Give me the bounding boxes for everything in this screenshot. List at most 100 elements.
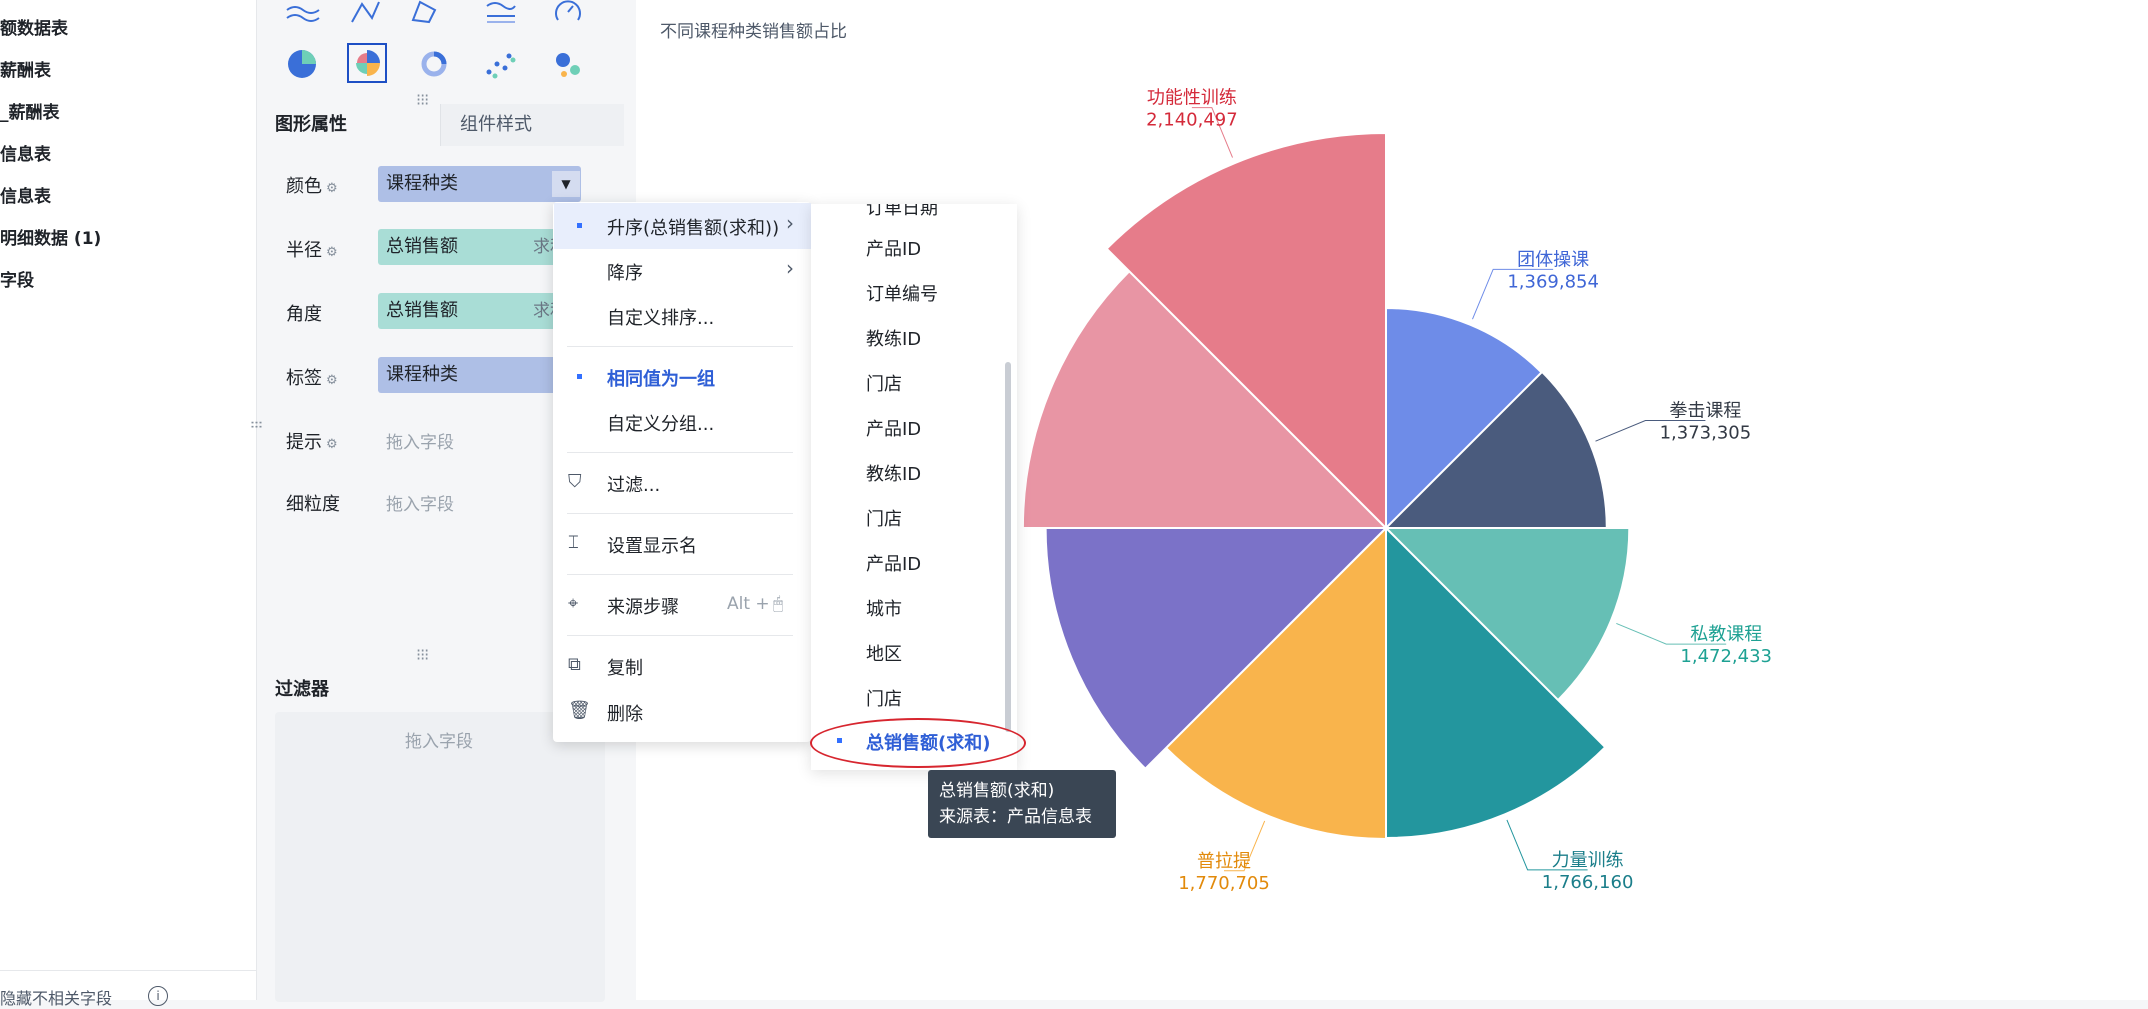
submenu-item[interactable]: 产品ID: [866, 415, 921, 441]
slice-category-label: 普拉提: [1197, 851, 1251, 872]
filter-icon: ⛉: [568, 471, 582, 492]
drag-handle-icon[interactable]: ⁝⁝: [247, 420, 266, 428]
slice-category-label: 力量训练: [1552, 850, 1624, 871]
sort-field-submenu: 订单日期 产品ID 订单编号 教练ID 门店 产品ID 教练ID 门店 产品ID…: [811, 204, 1017, 770]
dataset-item[interactable]: 信息表: [0, 140, 51, 165]
color-row-label: 颜色 ⚙: [286, 176, 338, 197]
chevron-right-icon: ›: [786, 211, 794, 235]
menu-custom-sort[interactable]: 自定义排序...: [607, 304, 714, 330]
info-icon[interactable]: i: [148, 986, 168, 1006]
slice-value-label: 2,140,497: [1146, 110, 1238, 131]
tooltip-field-name: 总销售额(求和): [939, 781, 1055, 801]
field-context-menu: [553, 202, 811, 742]
dataset-item[interactable]: 信息表: [0, 182, 51, 207]
filter-placeholder: 拖入字段: [405, 732, 473, 752]
gear-icon[interactable]: ⚙: [326, 181, 338, 196]
submenu-item[interactable]: 门店: [866, 370, 902, 396]
submenu-item[interactable]: 城市: [866, 595, 902, 621]
menu-sort-descending[interactable]: 降序: [607, 259, 643, 285]
drag-handle-icon[interactable]: ⁝⁝⁝: [416, 645, 429, 664]
menu-copy[interactable]: 复制: [607, 654, 643, 680]
menu-separator: [567, 452, 793, 453]
dataset-item[interactable]: _薪酬表: [0, 98, 60, 123]
submenu-item[interactable]: 门店: [866, 505, 902, 531]
menu-separator: [567, 346, 793, 347]
filter-title: 过滤器: [275, 679, 329, 700]
gear-icon[interactable]: ⚙: [326, 245, 338, 260]
line-chart-icon[interactable]: [351, 1, 380, 23]
dataset-item[interactable]: 薪酬表: [0, 56, 51, 81]
gear-icon[interactable]: ⚙: [326, 437, 338, 452]
tag-row-label: 标签 ⚙: [286, 368, 338, 389]
annotation-ellipse: [810, 718, 1026, 768]
copy-icon: ⧉: [568, 654, 581, 675]
chevron-right-icon: ›: [786, 256, 794, 280]
rename-icon: ⌶: [568, 532, 579, 553]
slice-value-label: 1,472,433: [1680, 646, 1772, 667]
slice-value-label: 1,770,705: [1178, 873, 1270, 894]
submenu-item[interactable]: 产品ID: [866, 235, 921, 261]
gauge-chart-icon[interactable]: [555, 0, 581, 21]
menu-filter[interactable]: 过滤...: [607, 471, 660, 497]
submenu-item[interactable]: 订单日期: [866, 204, 938, 220]
menu-group-same-values[interactable]: 相同值为一组: [607, 365, 715, 391]
drag-handle-icon[interactable]: ⁝⁝⁝: [416, 90, 429, 109]
menu-set-display-name[interactable]: 设置显示名: [607, 532, 697, 558]
slice-value-label: 1,369,854: [1507, 271, 1599, 292]
dataset-item[interactable]: 明细数据 (1): [0, 224, 101, 249]
tab-component-style[interactable]: 组件样式: [460, 110, 532, 136]
slice-value-label: 1,766,160: [1542, 872, 1634, 893]
slice-value-label: 1,373,305: [1660, 423, 1752, 444]
color-field-pill[interactable]: 课程种类: [378, 166, 581, 202]
trash-icon: 🗑: [568, 700, 591, 721]
granularity-row-label: 细粒度: [286, 494, 340, 515]
dataset-item[interactable]: 字段: [0, 266, 34, 291]
menu-separator: [567, 635, 793, 636]
chart-type-picker: [286, 0, 581, 83]
bubble-chart-icon[interactable]: [556, 53, 580, 77]
angle-row-label: 角度: [286, 304, 322, 325]
area-chart-icon[interactable]: [286, 6, 320, 22]
slice-category-label: 拳击课程: [1669, 401, 1741, 422]
radar-chart-icon[interactable]: [411, 0, 437, 24]
granularity-drop-zone[interactable]: 拖入字段: [386, 490, 454, 515]
tooltip-drop-zone[interactable]: 拖入字段: [386, 428, 454, 453]
slice-category-label: 团体操课: [1517, 249, 1589, 270]
tag-field-pill[interactable]: 课程种类: [378, 357, 581, 393]
hide-unrelated-toggle[interactable]: 隐藏不相关字段: [0, 985, 112, 1009]
angle-field-pill[interactable]: 总销售额 求和: [378, 293, 581, 329]
submenu-item[interactable]: 教练ID: [866, 460, 921, 486]
scatter-chart-icon[interactable]: [486, 53, 516, 79]
radius-field-pill[interactable]: 总销售额 求和: [378, 229, 581, 265]
mouse-icon: 🖱: [773, 594, 784, 614]
donut-chart-icon[interactable]: [421, 51, 447, 77]
menu-delete[interactable]: 删除: [607, 700, 643, 726]
submenu-item[interactable]: 产品ID: [866, 550, 921, 576]
slice-category-label: 功能性训练: [1147, 88, 1237, 109]
gear-icon[interactable]: ⚙: [326, 373, 338, 388]
field-tooltip: 总销售额(求和) 来源表：产品信息表: [928, 770, 1116, 838]
stacked-area-icon[interactable]: [486, 2, 516, 23]
tooltip-row-label: 提示 ⚙: [286, 432, 338, 453]
submenu-item[interactable]: 教练ID: [866, 325, 921, 351]
rose-chart-icon[interactable]: [356, 50, 380, 76]
submenu-item[interactable]: 地区: [866, 640, 902, 666]
submenu-scrollbar[interactable]: [1005, 362, 1011, 732]
pie-chart-icon[interactable]: [288, 50, 316, 78]
target-icon: ⌖: [568, 593, 579, 614]
dataset-item[interactable]: 额数据表: [0, 14, 68, 39]
slice-category-label: 私教课程: [1690, 624, 1762, 645]
menu-custom-group[interactable]: 自定义分组...: [607, 410, 714, 436]
submenu-item[interactable]: 订单编号: [866, 280, 938, 306]
menu-separator: [567, 574, 793, 575]
menu-sort-ascending[interactable]: 升序(总销售额(求和)): [607, 214, 779, 240]
filter-drop-zone[interactable]: [275, 712, 605, 1002]
divider: [0, 970, 256, 971]
radius-row-label: 半径 ⚙: [286, 240, 338, 261]
tab-graphic-properties[interactable]: 图形属性: [275, 110, 347, 136]
submenu-item[interactable]: 门店: [866, 685, 902, 711]
tooltip-source-table: 来源表：产品信息表: [939, 807, 1092, 827]
caret-down-icon[interactable]: ▼: [552, 171, 580, 197]
menu-source-step[interactable]: 来源步骤: [607, 593, 679, 619]
menu-separator: [567, 513, 793, 514]
